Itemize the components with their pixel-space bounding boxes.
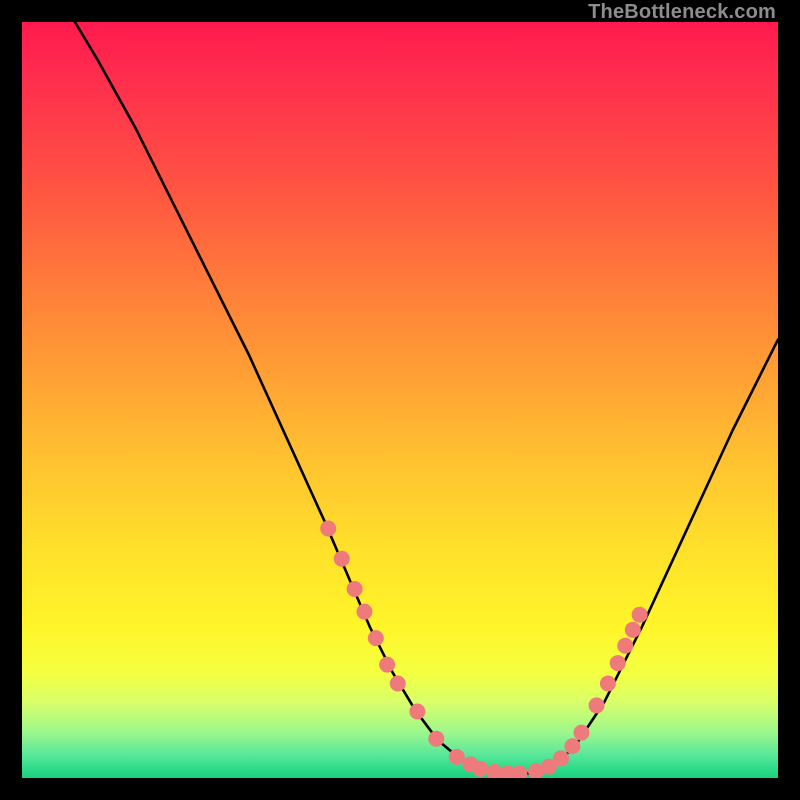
data-point-marker [472,761,488,777]
data-point-marker [573,725,589,741]
data-point-marker [632,607,648,623]
data-point-marker [511,765,527,778]
data-point-marker [553,750,569,766]
plot-area [22,22,778,778]
data-point-marker [617,638,633,654]
watermark-text: TheBottleneck.com [588,1,776,24]
data-point-marker [428,731,444,747]
chart-frame: TheBottleneck.com [0,0,800,800]
data-point-marker [356,604,372,620]
data-point-marker [589,697,605,713]
data-point-marker [390,676,406,692]
data-point-marker [320,521,336,537]
bottleneck-curve [75,22,778,773]
curve-group [75,22,778,773]
data-point-marker [564,738,580,754]
data-point-marker [610,655,626,671]
data-point-marker [625,622,641,638]
data-point-marker [368,630,384,646]
data-point-marker [487,764,503,778]
data-point-marker [449,749,465,765]
data-point-marker [409,703,425,719]
markers-group [320,521,647,778]
data-point-marker [379,657,395,673]
data-point-marker [600,676,616,692]
data-point-marker [334,551,350,567]
data-point-marker [347,581,363,597]
chart-svg [22,22,778,778]
